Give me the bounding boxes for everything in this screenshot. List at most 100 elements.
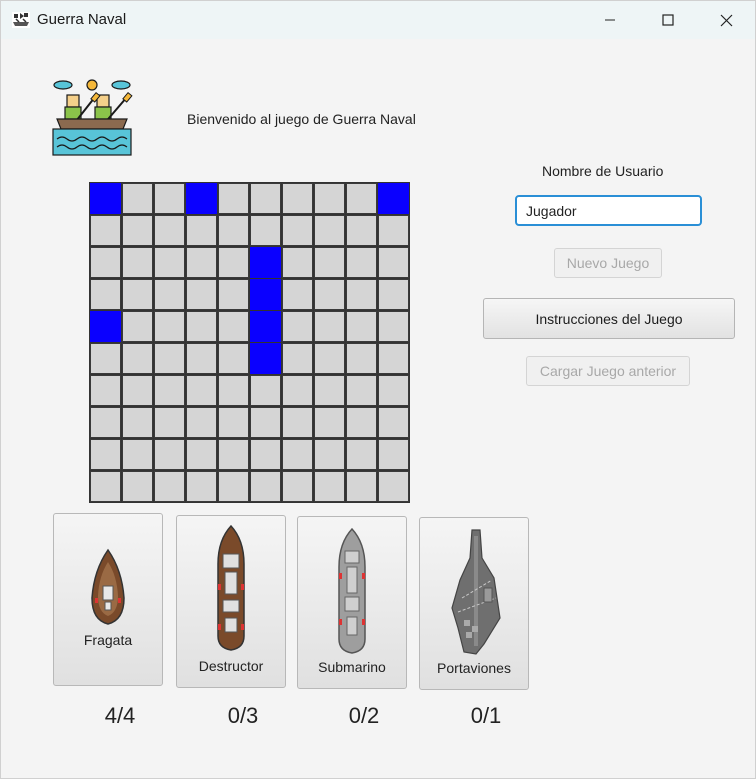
board-cell[interactable] [282,375,313,406]
board-cell[interactable] [378,375,409,406]
board-cell[interactable] [122,375,153,406]
board-cell[interactable] [346,215,377,246]
board-cell[interactable] [154,279,185,310]
username-input[interactable] [515,195,702,226]
board-cell[interactable] [218,279,249,310]
board-cell-ship[interactable] [186,183,217,214]
board-cell[interactable] [122,279,153,310]
board-cell-ship[interactable] [90,183,121,214]
board-cell[interactable] [186,375,217,406]
board-cell[interactable] [218,343,249,374]
board-cell[interactable] [218,471,249,502]
board-cell[interactable] [378,471,409,502]
board-cell[interactable] [282,343,313,374]
board-cell[interactable] [90,279,121,310]
board-cell-ship[interactable] [90,311,121,342]
board-cell[interactable] [378,439,409,470]
board-cell[interactable] [122,215,153,246]
board-cell[interactable] [282,215,313,246]
board-cell[interactable] [346,279,377,310]
minimize-button[interactable] [581,1,639,39]
board-cell[interactable] [346,375,377,406]
board-cell[interactable] [90,375,121,406]
board-cell[interactable] [186,279,217,310]
board-cell[interactable] [378,247,409,278]
board-cell[interactable] [90,247,121,278]
board-cell[interactable] [186,407,217,438]
board-cell[interactable] [314,279,345,310]
board-cell[interactable] [186,343,217,374]
board-cell[interactable] [90,407,121,438]
board-cell[interactable] [314,343,345,374]
board-cell[interactable] [218,311,249,342]
board-cell[interactable] [282,439,313,470]
board-cell[interactable] [346,247,377,278]
board-cell[interactable] [154,247,185,278]
board-cell[interactable] [250,407,281,438]
maximize-button[interactable] [639,1,697,39]
board-cell[interactable] [346,183,377,214]
board-cell[interactable] [186,215,217,246]
board-cell[interactable] [122,247,153,278]
board-cell[interactable] [250,439,281,470]
board-cell[interactable] [282,311,313,342]
board-cell[interactable] [122,407,153,438]
board-cell[interactable] [154,407,185,438]
board-cell[interactable] [378,343,409,374]
board-cell[interactable] [314,407,345,438]
board-cell-ship[interactable] [250,311,281,342]
board-cell[interactable] [122,311,153,342]
board-cell[interactable] [346,311,377,342]
board-cell[interactable] [218,215,249,246]
board-cell[interactable] [154,343,185,374]
board-cell[interactable] [314,215,345,246]
board-cell[interactable] [154,375,185,406]
board-cell[interactable] [378,311,409,342]
board-cell[interactable] [314,247,345,278]
board-cell[interactable] [90,215,121,246]
board-cell[interactable] [282,471,313,502]
board-cell[interactable] [250,215,281,246]
board-cell[interactable] [346,407,377,438]
board-cell[interactable] [218,183,249,214]
board-cell-ship[interactable] [250,279,281,310]
board-cell[interactable] [186,471,217,502]
board-cell[interactable] [186,439,217,470]
board-cell[interactable] [122,343,153,374]
board-cell-ship[interactable] [250,343,281,374]
board-cell[interactable] [250,375,281,406]
board-cell[interactable] [90,471,121,502]
board-cell[interactable] [346,471,377,502]
board-cell[interactable] [90,439,121,470]
new-game-button[interactable]: Nuevo Juego [554,248,662,278]
board-cell[interactable] [122,439,153,470]
board-cell[interactable] [250,471,281,502]
board-cell[interactable] [378,279,409,310]
board-cell[interactable] [282,247,313,278]
board-cell[interactable] [122,183,153,214]
board-cell[interactable] [314,439,345,470]
board-cell[interactable] [186,247,217,278]
board-cell-ship[interactable] [378,183,409,214]
board-cell-ship[interactable] [250,247,281,278]
board-cell[interactable] [90,343,121,374]
board-cell[interactable] [154,439,185,470]
board-cell[interactable] [378,407,409,438]
board-cell[interactable] [250,183,281,214]
board-cell[interactable] [314,375,345,406]
aircraft-carrier-button[interactable]: Portaviones [419,517,529,690]
board-cell[interactable] [314,311,345,342]
board-cell[interactable] [122,471,153,502]
board-cell[interactable] [154,215,185,246]
board-cell[interactable] [314,183,345,214]
board-cell[interactable] [218,247,249,278]
board-cell[interactable] [218,439,249,470]
board-cell[interactable] [154,183,185,214]
board-cell[interactable] [378,215,409,246]
board-cell[interactable] [154,471,185,502]
board-cell[interactable] [218,407,249,438]
board-cell[interactable] [346,343,377,374]
board-cell[interactable] [282,279,313,310]
destroyer-button[interactable]: Destructor [176,515,286,688]
board-cell[interactable] [346,439,377,470]
